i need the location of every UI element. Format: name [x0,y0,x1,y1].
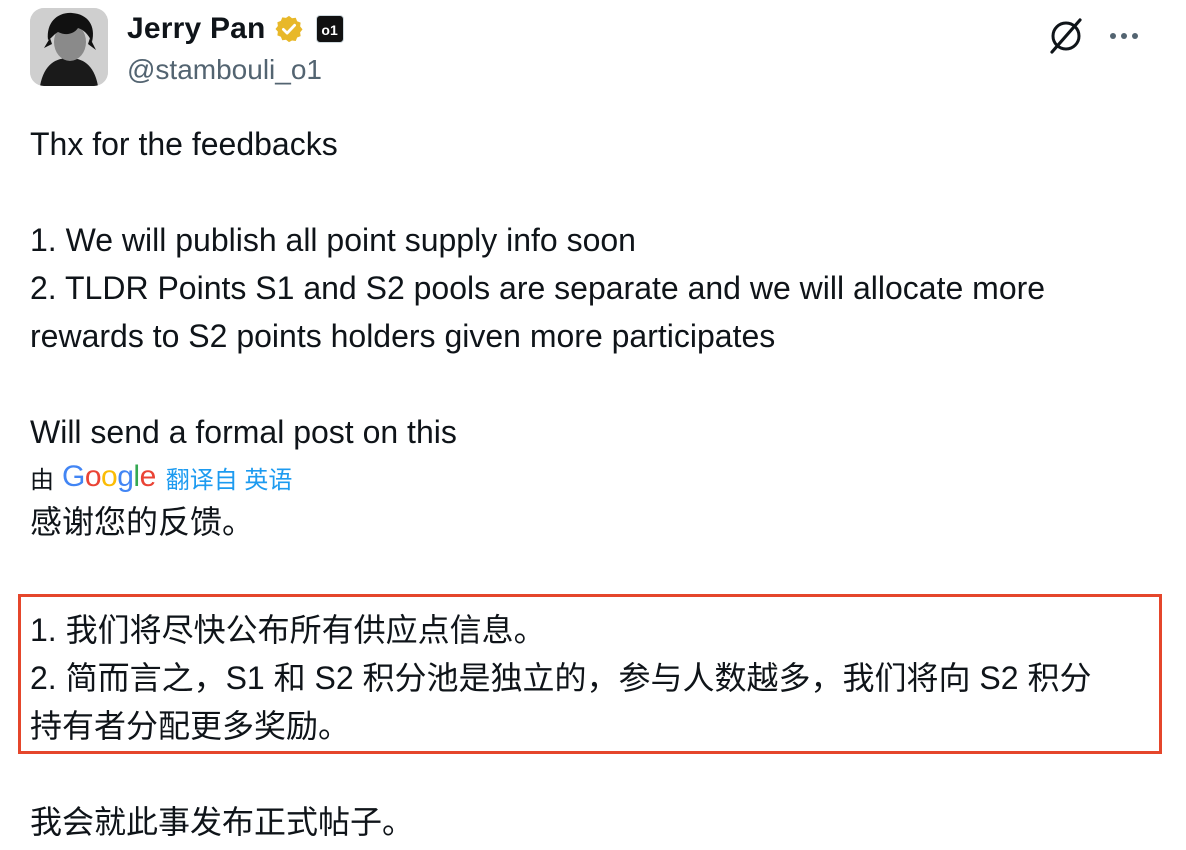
more-icon[interactable] [1104,16,1144,56]
author-name-row: Jerry Pan o1 [127,10,344,48]
translated-by-label: 由 [30,466,54,494]
post-text-line: Will send a formal post on this [30,414,457,450]
affiliate-badge[interactable]: o1 [315,15,344,43]
post-body: Thx for the feedbacks 1. We will publish… [30,120,1150,546]
translated-text-line: 持有者分配更多奖励。 [30,708,351,744]
post-text-line: rewards to S2 points holders given more … [30,318,776,354]
google-logo: Google [62,460,156,493]
translated-text-line: 感谢您的反馈。 [30,504,255,540]
translated-highlighted-block: 1. 我们将尽快公布所有供应点信息。 2. 简而言之，S1 和 S2 积分池是独… [30,606,1155,750]
post-text-line: Thx for the feedbacks [30,126,338,162]
translated-text-line: 我会就此事发布正式帖子。 [30,804,415,840]
avatar[interactable] [30,8,108,86]
translated-text-line: 2. 简而言之，S1 和 S2 积分池是独立的，参与人数越多，我们将向 S2 积… [30,660,1092,696]
author-name[interactable]: Jerry Pan [127,12,266,46]
verified-badge-icon[interactable] [274,14,304,44]
post-header: Jerry Pan o1 @stambouli_o1 [30,8,1160,88]
post-text-line: 2. TLDR Points S1 and S2 pools are separ… [30,270,1046,306]
grok-icon[interactable] [1046,16,1086,56]
author-handle[interactable]: @stambouli_o1 [127,54,322,86]
translated-text-line: 1. 我们将尽快公布所有供应点信息。 [30,612,546,648]
post-text-line: 1. We will publish all point supply info… [30,222,636,258]
translated-from-link[interactable]: 翻译自 英语 [166,460,293,495]
translation-attribution: 由 Google 翻译自 英语 [30,458,1150,496]
